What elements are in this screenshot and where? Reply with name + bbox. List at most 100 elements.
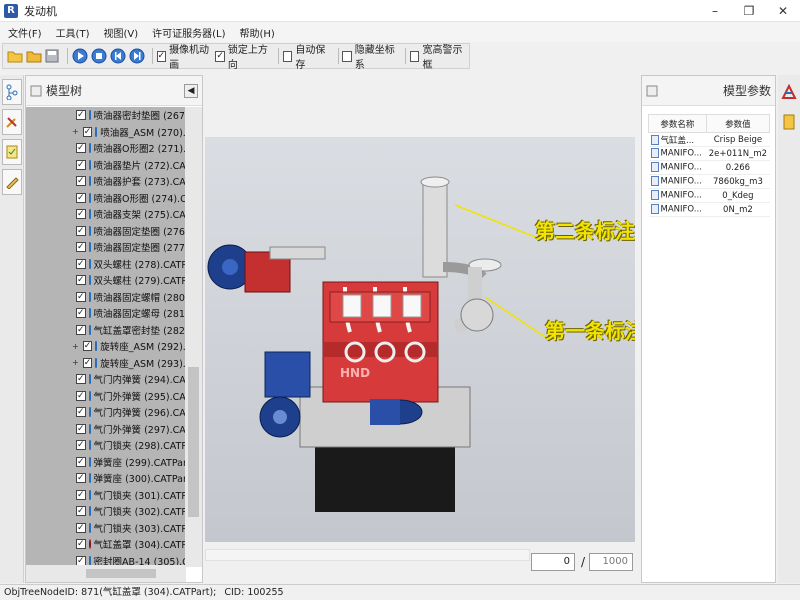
lock-up-direction-checkbox[interactable]: ✓ 锁定上方向 xyxy=(215,41,268,71)
visibility-checkbox[interactable]: ✓ xyxy=(76,209,86,220)
save-icon[interactable] xyxy=(45,47,60,65)
tree-row[interactable]: ✓ 双头螺柱 (279).CATPa xyxy=(26,272,186,289)
param-row[interactable]: 气缸盖... Crisp Beige xyxy=(648,132,770,147)
tree-row[interactable]: ✓ 气门外弹簧 (295).CAT xyxy=(26,387,186,404)
tree-row[interactable]: ✓ 喷油器O形圈2 (271).C xyxy=(26,140,186,157)
tree-row[interactable]: ✓ 喷油器密封垫圈 (267). xyxy=(26,107,186,124)
visibility-checkbox[interactable]: ✓ xyxy=(76,489,86,500)
tree-horizontal-scrollbar[interactable] xyxy=(26,565,186,582)
visibility-checkbox[interactable]: ✓ xyxy=(76,473,86,484)
tree-row[interactable]: ✓ 喷油器固定垫圈 (276) xyxy=(26,222,186,239)
visibility-checkbox[interactable]: ✓ xyxy=(76,324,86,335)
visibility-checkbox[interactable]: ✓ xyxy=(76,110,86,121)
visibility-checkbox[interactable]: ✓ xyxy=(76,407,86,418)
notes-tab-icon[interactable] xyxy=(2,139,22,165)
menu-tools[interactable]: 工具(T) xyxy=(56,25,90,40)
expand-icon[interactable]: + xyxy=(72,342,79,351)
menu-license-server[interactable]: 许可证服务器(L) xyxy=(152,25,225,40)
visibility-checkbox[interactable]: ✓ xyxy=(76,522,86,533)
params-tab-icon[interactable] xyxy=(779,79,799,105)
pin-icon[interactable]: ◀ xyxy=(184,84,198,98)
tree-row[interactable]: ✓ 双头螺柱 (278).CATPa xyxy=(26,255,186,272)
visibility-checkbox[interactable]: ✓ xyxy=(76,539,86,550)
expand-icon[interactable]: + xyxy=(72,358,79,367)
tree-row[interactable]: ✓ 气门外弹簧 (297).CAT xyxy=(26,420,186,437)
tree-row[interactable]: ✓ 喷油器垫片 (272).CATP xyxy=(26,156,186,173)
checkbox-box[interactable]: ✓ xyxy=(156,50,167,62)
aspect-warning-checkbox[interactable]: 宽高警示框 xyxy=(410,41,463,71)
visibility-checkbox[interactable]: ✓ xyxy=(76,275,86,286)
visibility-checkbox[interactable]: ✓ xyxy=(82,341,93,352)
checkbox-box[interactable] xyxy=(283,50,293,62)
checkbox-box[interactable]: ✓ xyxy=(215,50,225,62)
tree-row[interactable]: ✓ 喷油器固定螺帽 (280) xyxy=(26,288,186,305)
visibility-checkbox[interactable]: ✓ xyxy=(76,456,86,467)
tree-row[interactable]: +✓ 旋转座_ASM (292).CA xyxy=(26,338,186,355)
tree-row[interactable]: ✓ 喷油器支架 (275).CAT xyxy=(26,206,186,223)
model-tree-tab-icon[interactable] xyxy=(2,79,22,105)
tree-vertical-scrollbar[interactable] xyxy=(185,107,202,567)
rewind-icon[interactable] xyxy=(110,47,126,65)
visibility-checkbox[interactable]: ✓ xyxy=(76,242,86,253)
restore-button[interactable]: ❐ xyxy=(732,0,766,22)
menu-file[interactable]: 文件(F) xyxy=(8,25,42,40)
visibility-checkbox[interactable]: ✓ xyxy=(82,357,93,368)
scrollbar-thumb[interactable] xyxy=(86,569,156,578)
stop-icon[interactable] xyxy=(91,47,107,65)
visibility-checkbox[interactable]: ✓ xyxy=(82,126,93,137)
visibility-checkbox[interactable]: ✓ xyxy=(76,143,86,154)
visibility-checkbox[interactable]: ✓ xyxy=(76,258,86,269)
param-row[interactable]: MANIFO... 7860kg_m3 xyxy=(648,174,770,189)
scrollbar-thumb[interactable] xyxy=(188,367,199,517)
visibility-checkbox[interactable]: ✓ xyxy=(76,291,86,302)
param-row[interactable]: MANIFO... 0N_m2 xyxy=(648,202,770,217)
pencil-tab-icon[interactable] xyxy=(2,169,22,195)
tree-row[interactable]: ✓ 气门锁夹 (302).CATPa xyxy=(26,503,186,520)
tree-row[interactable]: +✓ 旋转座_ASM (293).CA xyxy=(26,354,186,371)
tree-row[interactable]: ✓ 气门锁夹 (303).CATPa xyxy=(26,519,186,536)
tree-row[interactable]: ✓ 喷油器O形圈 (274).C xyxy=(26,189,186,206)
visibility-checkbox[interactable]: ✓ xyxy=(76,192,86,203)
tree-row[interactable]: ✓ 气门内弹簧 (296).CAT xyxy=(26,404,186,421)
checkbox-box[interactable] xyxy=(342,50,352,62)
tools-tab-icon[interactable] xyxy=(2,109,22,135)
tree-row[interactable]: ✓ 喷油器固定螺母 (281) xyxy=(26,305,186,322)
auto-save-checkbox[interactable]: 自动保存 xyxy=(283,41,328,71)
hide-axes-checkbox[interactable]: 隐藏坐标系 xyxy=(342,41,395,71)
minimize-button[interactable]: – xyxy=(698,0,732,22)
3d-viewport[interactable]: HND 第二条标注示例 第一条标注示例 xyxy=(205,137,635,542)
camera-animation-checkbox[interactable]: ✓ 摄像机动画 xyxy=(156,41,210,71)
tree-row[interactable]: ✓ 气门锁夹 (301).CATPa xyxy=(26,486,186,503)
play-icon[interactable] xyxy=(72,47,88,65)
checkbox-box[interactable] xyxy=(410,50,420,62)
param-row[interactable]: MANIFO... 0_Kdeg xyxy=(648,188,770,203)
fast-forward-icon[interactable] xyxy=(129,47,145,65)
visibility-checkbox[interactable]: ✓ xyxy=(76,440,86,451)
tree-row[interactable]: ✓ 气缸盖罩 (304).CATPa xyxy=(26,536,186,553)
tree-row[interactable]: ✓ 气门内弹簧 (294).CAT xyxy=(26,371,186,388)
visibility-checkbox[interactable]: ✓ xyxy=(76,390,86,401)
visibility-checkbox[interactable]: ✓ xyxy=(76,176,86,187)
expand-icon[interactable]: + xyxy=(72,127,79,136)
current-frame-input[interactable]: 0 xyxy=(531,553,575,571)
frame-slider[interactable] xyxy=(205,549,530,561)
param-row[interactable]: MANIFO... 0.266 xyxy=(648,160,770,175)
visibility-checkbox[interactable]: ✓ xyxy=(76,506,86,517)
tree-row[interactable]: ✓ 喷油器固定垫圈 (277) xyxy=(26,239,186,256)
tree-row[interactable]: ✓ 气缸盖罩密封垫 (282) xyxy=(26,321,186,338)
tree-row[interactable]: +✓ 喷油器_ASM (270).CAT xyxy=(26,123,186,140)
param-row[interactable]: MANIFO... 2e+011N_m2 xyxy=(648,146,770,161)
new-folder-icon[interactable] xyxy=(7,47,23,65)
visibility-checkbox[interactable]: ✓ xyxy=(76,423,86,434)
notebook-tab-icon[interactable] xyxy=(779,109,799,135)
tree-row[interactable]: ✓ 喷油器护套 (273).CAT xyxy=(26,173,186,190)
menu-view[interactable]: 视图(V) xyxy=(103,25,138,40)
tree-row[interactable]: ✓ 气门锁夹 (298).CATPa xyxy=(26,437,186,454)
close-button[interactable]: ✕ xyxy=(766,0,800,22)
tree-row[interactable]: ✓ 弹簧座 (300).CATPart xyxy=(26,470,186,487)
visibility-checkbox[interactable]: ✓ xyxy=(76,374,86,385)
visibility-checkbox[interactable]: ✓ xyxy=(76,159,86,170)
open-folder-icon[interactable] xyxy=(26,47,42,65)
menu-help[interactable]: 帮助(H) xyxy=(240,25,275,40)
tree-row[interactable]: ✓ 弹簧座 (299).CATPart xyxy=(26,453,186,470)
